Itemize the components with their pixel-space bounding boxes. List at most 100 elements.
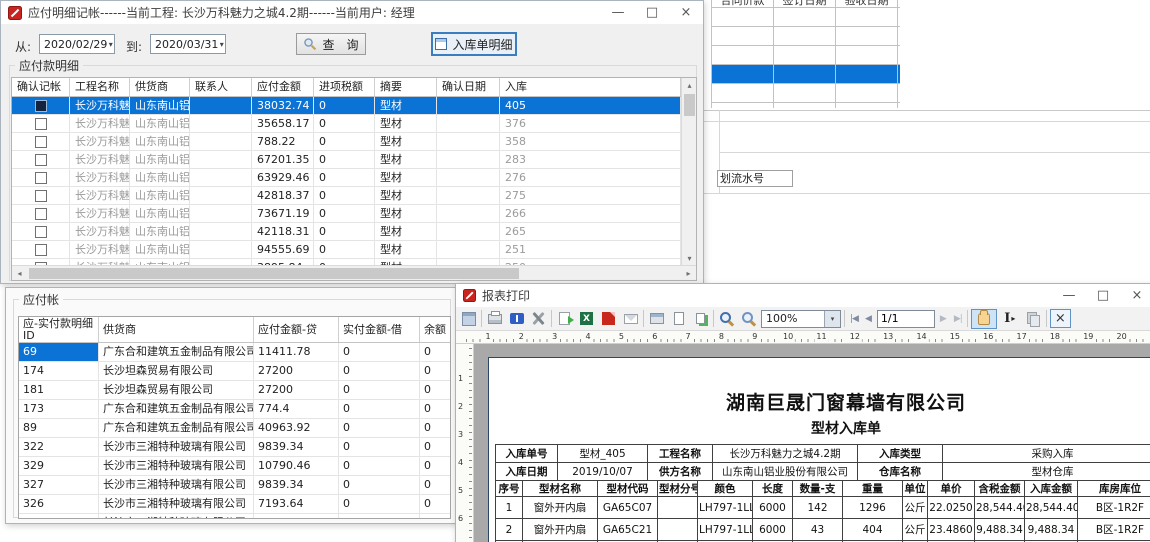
first-page-button[interactable] [848,314,860,324]
maximize-button[interactable]: □ [1086,284,1120,307]
report-cell [658,497,698,519]
book-icon[interactable] [507,309,526,329]
table-row[interactable] [712,8,900,27]
export-icon[interactable] [555,309,574,329]
page-number-input[interactable] [877,310,935,328]
chevron-down-icon[interactable] [218,35,225,53]
column-header[interactable]: 供货商 [99,317,254,342]
vertical-scrollbar[interactable] [681,78,696,265]
table-row[interactable]: 长沙万科魅力...山东南山铝业...42118.310型材265 [12,223,681,241]
table-row[interactable]: 长沙万科魅力...山东南山铝业...788.220型材358 [12,133,681,151]
row-checkbox[interactable] [35,226,47,238]
titlebar[interactable]: 报表打印 — □ × [456,284,1150,307]
table-row[interactable]: 长沙万科魅力...山东南山铝业...67201.350型材283 [12,151,681,169]
table-row[interactable] [712,46,900,65]
table-row[interactable]: 长沙市三湘特种玻璃有限公司 [19,514,450,519]
hand-tool-button[interactable] [971,309,997,329]
table-row[interactable] [712,27,900,46]
column-header[interactable]: 供货商 [130,78,190,96]
table-row[interactable]: 89广东合和建筑五金制品有限公司40963.9200 [19,419,450,438]
row-checkbox[interactable] [35,136,47,148]
table-cell: 0 [314,133,375,150]
from-date-select[interactable]: 2020/02/29 [39,34,115,54]
row-checkbox[interactable] [35,244,47,256]
report-print-window: 报表打印 — □ × 100% 12345 [455,283,1150,542]
column-header[interactable]: 应付金额-贷 [254,317,339,342]
chevron-down-icon[interactable] [107,35,114,53]
page-icon[interactable] [669,309,688,329]
table-row[interactable]: 327长沙市三湘特种玻璃有限公司9839.3400 [19,476,450,495]
row-checkbox[interactable] [35,118,47,130]
table-row[interactable] [712,84,900,103]
preview-area[interactable]: 123456 湖南巨晟门窗幕墙有限公司 型材入库单 入库单号型材_405工程名称… [456,344,1150,542]
column-header[interactable]: 入库 [500,78,681,96]
table-row[interactable]: 长沙万科魅力...山东南山铝业...38032.740型材405 [12,97,681,115]
column-header[interactable]: 摘要 [375,78,437,96]
column-header[interactable]: 确认日期 [437,78,500,96]
row-checkbox[interactable] [35,100,47,112]
inbound-detail-button[interactable]: 入库单明细 [431,32,517,56]
minimize-button[interactable]: — [1052,284,1086,307]
serial-number-field[interactable]: 划流水号 [717,170,793,187]
maximize-button[interactable]: □ [635,1,669,24]
table-row[interactable] [712,65,900,84]
row-checkbox[interactable] [35,190,47,202]
scroll-right-icon[interactable] [681,266,696,280]
pdf-icon[interactable] [599,309,618,329]
close-button[interactable]: × [1120,284,1150,307]
table-row[interactable] [712,103,900,108]
column-header[interactable]: 确认记帐 [12,78,70,96]
to-date-select[interactable]: 2020/03/31 [150,34,226,54]
table-row[interactable]: 长沙万科魅力...山东南山铝业...94555.690型材251 [12,241,681,259]
table-row[interactable]: 322长沙市三湘特种玻璃有限公司9839.3400 [19,438,450,457]
titlebar[interactable]: 应付明细记帐------当前工程: 长沙万科魅力之城4.2期------当前用户… [1,1,703,24]
scrollbar-thumb[interactable] [29,268,519,279]
copy-button[interactable] [1023,309,1043,329]
table-row[interactable]: 长沙万科魅力...山东南山铝业...63929.460型材276 [12,169,681,187]
last-page-button[interactable] [952,314,964,324]
text-select-tool-button[interactable] [1000,309,1020,329]
column-header[interactable]: 实付金额-借 [339,317,420,342]
row-checkbox[interactable] [35,154,47,166]
mail-icon[interactable] [621,309,640,329]
table-row[interactable]: 326长沙市三湘特种玻璃有限公司7193.6400 [19,495,450,514]
table-row[interactable]: 181长沙坦森贸易有限公司2720000 [19,381,450,400]
column-header[interactable]: 进项税额 [314,78,375,96]
print-icon[interactable] [485,309,504,329]
prev-page-button[interactable] [863,314,874,324]
horizontal-scrollbar[interactable] [12,265,696,280]
scroll-up-icon[interactable] [682,78,697,92]
table-row[interactable]: 长沙万科魅力...山东南山铝业...73671.190型材266 [12,205,681,223]
print-setup-icon[interactable] [647,309,666,329]
table-row[interactable]: 长沙万科魅力...山东南山铝业...35658.170型材376 [12,115,681,133]
pages-icon[interactable] [691,309,710,329]
column-header[interactable]: 联系人 [190,78,252,96]
designer-icon[interactable] [459,309,478,329]
row-checkbox[interactable] [35,208,47,220]
table-header-row: 应-实付款明细ID供货商应付金额-贷实付金额-借余额 [19,317,450,343]
row-checkbox[interactable] [35,172,47,184]
close-preview-button[interactable] [1050,309,1071,328]
query-button[interactable]: 查 询 [296,33,366,55]
column-header[interactable]: 余额 [420,317,451,342]
chevron-down-icon[interactable] [824,311,840,327]
table-row[interactable]: 69广东合和建筑五金制品有限公司11411.7800 [19,343,450,362]
table-row[interactable]: 173广东合和建筑五金制品有限公司774.400 [19,400,450,419]
table-row[interactable]: 长沙万科魅力...山东南山铝业...42818.370型材275 [12,187,681,205]
scroll-left-icon[interactable] [12,266,27,280]
minimize-button[interactable]: — [601,1,635,24]
next-page-button[interactable] [938,314,949,324]
zoom-in-icon[interactable] [717,309,736,329]
table-row[interactable]: 174长沙坦森贸易有限公司2720000 [19,362,450,381]
table-row[interactable]: 329长沙市三湘特种玻璃有限公司10790.4600 [19,457,450,476]
close-button[interactable]: × [669,1,703,24]
scrollbar-thumb[interactable] [684,94,695,116]
column-header[interactable]: 应-实付款明细ID [19,317,99,342]
excel-icon[interactable] [577,309,596,329]
zoom-select[interactable]: 100% [761,310,841,328]
column-header[interactable]: 应付金额 [252,78,314,96]
zoom-out-icon[interactable] [739,309,758,329]
scroll-down-icon[interactable] [682,251,697,265]
tools-icon[interactable] [529,309,548,329]
column-header[interactable]: 工程名称 [70,78,130,96]
